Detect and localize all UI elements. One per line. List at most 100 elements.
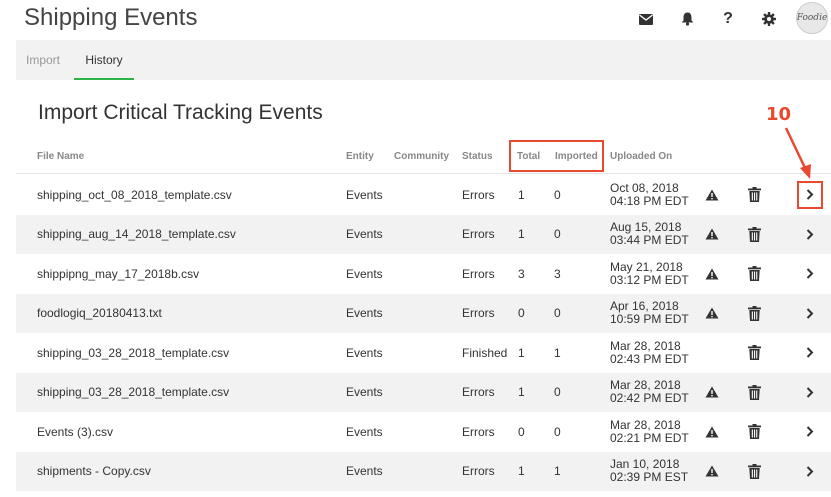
- trash-icon[interactable]: [745, 373, 763, 412]
- cell-total: 0: [518, 306, 525, 320]
- warning-icon[interactable]: [704, 373, 720, 412]
- warning-icon[interactable]: [704, 452, 720, 491]
- chevron-right-icon[interactable]: [800, 412, 820, 451]
- cell-uploaded-on: Aug 15, 2018 03:44 PM EDT: [610, 215, 689, 254]
- table-row[interactable]: shipping_03_28_2018_template.csv Events Fi…: [16, 333, 831, 372]
- cell-file-name: shipping_oct_08_2018_template.csv: [37, 187, 232, 202]
- trash-icon[interactable]: [745, 452, 763, 491]
- cell-file-name: Events (3).csv: [37, 424, 114, 439]
- cell-file-name: shipping_03_28_2018_template.csv: [37, 345, 230, 360]
- trash-icon[interactable]: [745, 175, 763, 214]
- active-tab-indicator: [74, 78, 134, 80]
- upload-date: Oct 08, 2018: [610, 180, 679, 195]
- mail-icon[interactable]: [637, 10, 655, 28]
- trash-icon[interactable]: [745, 294, 763, 333]
- cell-imported: 0: [554, 385, 561, 399]
- cell-file-name: shipping_03_28_2018_template.csv: [37, 385, 230, 399]
- gear-icon[interactable]: [760, 10, 778, 28]
- cell-entity: Events: [346, 187, 383, 202]
- cell-total: 1: [518, 345, 525, 360]
- tab-history[interactable]: History: [74, 40, 134, 80]
- tab-history-label: History: [85, 53, 123, 67]
- header-uploaded-on: Uploaded On: [610, 151, 673, 162]
- header-entity: Entity: [346, 151, 374, 162]
- cell-status: Finished: [462, 345, 508, 360]
- bell-icon[interactable]: [678, 10, 696, 28]
- cell-file-name: foodlogiq_20180413.txt: [37, 306, 162, 320]
- chevron-right-icon[interactable]: [800, 452, 820, 491]
- chevron-right-icon[interactable]: [800, 333, 820, 372]
- cell-uploaded-on: Mar 28, 2018 02:42 PM EDT: [610, 373, 689, 412]
- cell-imported: 0: [554, 227, 561, 241]
- cell-total: 1: [518, 187, 525, 202]
- warning-icon[interactable]: [704, 215, 720, 254]
- cell-status: Errors: [462, 424, 495, 439]
- upload-date: Mar 28, 2018: [610, 417, 681, 432]
- trash-icon[interactable]: [745, 215, 763, 254]
- trash-icon[interactable]: [745, 333, 763, 372]
- table-row[interactable]: shipping_oct_08_2018_template.csv Events E…: [16, 175, 831, 214]
- cell-entity: Events: [346, 385, 383, 399]
- cell-imported: 1: [554, 464, 561, 478]
- app-title: Shipping Events: [24, 4, 198, 31]
- cell-uploaded-on: Mar 28, 2018 02:43 PM EDT: [610, 333, 689, 372]
- upload-time: 04:18 PM EDT: [610, 193, 689, 208]
- cell-uploaded-on: Apr 16, 2018 10:59 PM EDT: [610, 294, 689, 333]
- table-row[interactable]: shipments - Copy.csv Events Errors 1 1 Jan 10…: [16, 451, 831, 491]
- cell-imported: 0: [554, 306, 561, 320]
- tab-bar: Import History: [16, 40, 831, 80]
- cell-status: Errors: [462, 227, 495, 241]
- table-row[interactable]: shipping_03_28_2018_template.csv Events Er…: [16, 372, 831, 412]
- warning-icon[interactable]: [704, 412, 720, 451]
- chevron-right-icon[interactable]: [800, 254, 820, 293]
- upload-time: 03:44 PM EDT: [610, 233, 689, 247]
- cell-total: 0: [518, 424, 525, 439]
- upload-time: 02:21 PM EDT: [610, 430, 689, 445]
- cell-status: Errors: [462, 266, 495, 281]
- avatar[interactable]: Foodie: [796, 2, 828, 34]
- table-row[interactable]: Events (3).csv Events Errors 0 0 Mar 28, 2018…: [16, 412, 831, 451]
- cell-status: Errors: [462, 187, 495, 202]
- cell-entity: Events: [346, 266, 383, 281]
- cell-imported: 1: [554, 345, 561, 360]
- table-row[interactable]: shipping_aug_14_2018_template.csv Events E…: [16, 214, 831, 254]
- chevron-right-icon[interactable]: [800, 373, 820, 412]
- cell-entity: Events: [346, 227, 383, 241]
- cell-entity: Events: [346, 424, 383, 439]
- avatar-text: Foodie: [796, 13, 828, 23]
- table-row[interactable]: foodlogiq_20180413.txt Events Errors 0 0 Apr …: [16, 293, 831, 333]
- upload-time: 03:12 PM EDT: [610, 272, 689, 287]
- table-divider: [16, 173, 831, 174]
- trash-icon[interactable]: [745, 254, 763, 293]
- warning-icon[interactable]: [704, 294, 720, 333]
- annotation-number: 10: [766, 104, 792, 125]
- header-file-name: File Name: [37, 151, 85, 162]
- tab-import[interactable]: Import: [26, 40, 60, 80]
- upload-date: Mar 28, 2018: [610, 338, 681, 353]
- cell-file-name: shipments - Copy.csv: [37, 464, 151, 478]
- table-row[interactable]: shippipng_may_17_2018b.csv Events Errors 3 3…: [16, 254, 831, 293]
- cell-entity: Events: [346, 464, 383, 478]
- help-icon[interactable]: ?: [719, 10, 737, 28]
- cell-entity: Events: [346, 306, 383, 320]
- cell-status: Errors: [462, 464, 495, 478]
- cell-uploaded-on: May 21, 2018 03:12 PM EDT: [610, 254, 689, 293]
- cell-total: 1: [518, 385, 525, 399]
- cell-entity: Events: [346, 345, 383, 360]
- top-bar: Shipping Events ? Foodie: [0, 0, 831, 40]
- upload-date: May 21, 2018: [610, 259, 683, 274]
- warning-icon[interactable]: [704, 175, 720, 214]
- page-title: Import Critical Tracking Events: [38, 101, 323, 124]
- trash-icon[interactable]: [745, 412, 763, 451]
- chevron-right-icon[interactable]: [800, 294, 820, 333]
- cell-imported: 3: [554, 266, 561, 281]
- chevron-right-icon[interactable]: [800, 215, 820, 254]
- cell-file-name: shipping_aug_14_2018_template.csv: [37, 227, 236, 241]
- annotation-highlight-totals: [509, 140, 604, 172]
- header-community: Community: [394, 151, 449, 162]
- warning-icon[interactable]: [704, 254, 720, 293]
- upload-time: 02:43 PM EDT: [610, 351, 689, 366]
- table-header: File Name Entity Community Status Total …: [0, 146, 831, 168]
- header-status: Status: [462, 151, 493, 162]
- upload-time: 02:42 PM EDT: [610, 391, 689, 405]
